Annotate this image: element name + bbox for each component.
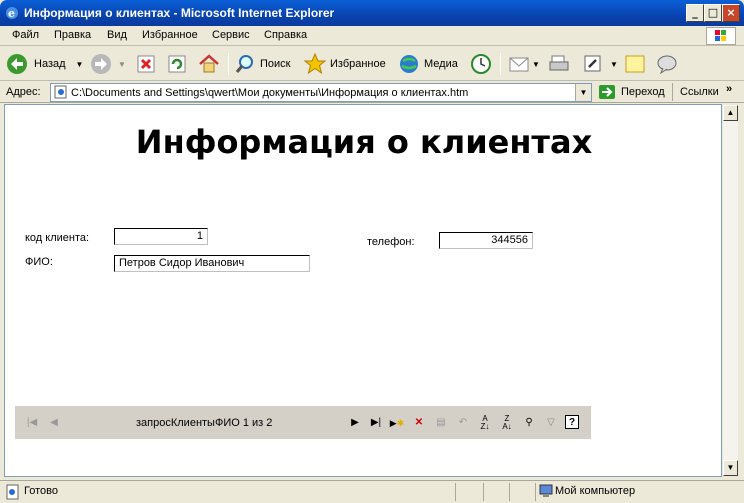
history-clock-icon [471, 54, 491, 74]
chevron-down-icon[interactable]: ▼ [76, 60, 84, 69]
status-pane [483, 483, 509, 501]
print-button[interactable] [548, 51, 570, 77]
address-input[interactable]: C:\Documents and Settings\qwert\Мои доку… [50, 83, 592, 102]
home-button[interactable] [198, 51, 220, 77]
star-icon [304, 53, 326, 75]
address-label: Адрес: [6, 86, 41, 98]
fio-label: ФИО: [25, 256, 53, 268]
refresh-icon [168, 55, 186, 73]
home-icon [199, 54, 219, 73]
history-button[interactable] [470, 51, 492, 77]
scroll-up-icon[interactable]: ▲ [723, 105, 738, 121]
phone-field[interactable]: 344556 [439, 232, 533, 249]
chevron-down-icon[interactable]: ▼ [610, 60, 618, 69]
sort-ascending-icon[interactable]: A Z↓ [477, 415, 493, 431]
page-title: Информация о клиентах [135, 123, 593, 161]
note-icon [625, 55, 645, 73]
delete-record-icon[interactable]: ✕ [411, 415, 427, 431]
phone-label: телефон: [367, 236, 415, 248]
back-arrow-icon [7, 54, 27, 74]
maximize-button[interactable]: □ [704, 4, 722, 22]
windows-logo-icon [706, 27, 736, 45]
status-bar: Готово Мой компьютер [0, 480, 744, 503]
menu-edit[interactable]: Правка [54, 29, 91, 41]
close-button[interactable]: × [722, 4, 740, 22]
last-record-icon[interactable]: ▶| [368, 415, 384, 431]
status-pane [455, 483, 483, 501]
menu-favorites[interactable]: Избранное [142, 29, 198, 41]
title-bar: e Информация о клиентах - Microsoft Inte… [0, 0, 744, 26]
menu-bar: Файл Правка Вид Избранное Сервис Справка [0, 26, 744, 46]
save-record-icon[interactable]: ▤ [433, 415, 449, 431]
printer-icon [549, 55, 569, 71]
address-bar: Адрес: C:\Documents and Settings\qwert\М… [0, 81, 744, 103]
new-record-icon[interactable]: ▶✱ [389, 415, 405, 431]
forward-arrow-icon [91, 54, 111, 74]
ie-logo-icon: e [6, 7, 18, 20]
fio-field[interactable]: Петров Сидор Иванович [114, 255, 310, 272]
toolbar-separator [228, 53, 229, 75]
edit-button[interactable]: ▼ [582, 51, 618, 77]
vertical-scrollbar[interactable]: ▲ ▼ [722, 104, 739, 477]
minimize-button[interactable]: _ [686, 4, 704, 22]
undo-icon[interactable]: ↶ [455, 415, 471, 431]
media-button[interactable]: Медиа [398, 51, 458, 77]
messenger-button[interactable] [656, 51, 678, 77]
sort-descending-icon[interactable]: Z A↓ [499, 415, 515, 431]
help-icon[interactable]: ? [565, 415, 579, 429]
first-record-icon[interactable]: |◀ [24, 415, 40, 431]
chevron-down-icon[interactable]: ▼ [575, 84, 591, 101]
next-record-icon[interactable]: ▶ [347, 415, 363, 431]
search-icon [235, 55, 253, 73]
go-button[interactable]: Переход [598, 83, 665, 101]
links-button[interactable]: Ссылки [680, 86, 719, 98]
filter-toggle-icon[interactable]: ▽ [543, 415, 559, 431]
computer-icon [539, 484, 553, 497]
chevron-right-icon[interactable]: » [726, 83, 732, 95]
window-title: Информация о клиентах - Microsoft Intern… [24, 6, 335, 20]
scroll-down-icon[interactable]: ▼ [723, 460, 738, 476]
status-zone-pane: Мой компьютер [535, 483, 744, 501]
media-globe-icon [400, 55, 418, 73]
favorites-button[interactable]: Избранное [304, 51, 386, 77]
menu-file[interactable]: Файл [12, 29, 39, 41]
filter-by-selection-icon[interactable]: ⚲ [521, 415, 537, 431]
speech-bubble-icon [657, 55, 677, 75]
stop-icon [137, 55, 155, 73]
chevron-down-icon[interactable]: ▼ [532, 60, 540, 69]
previous-record-icon[interactable]: ◀ [46, 415, 62, 431]
go-arrow-icon [599, 85, 615, 99]
security-zone-label: Мой компьютер [555, 485, 636, 497]
stop-button[interactable] [135, 51, 157, 77]
record-navigation-bar: |◀ ◀ запросКлиентыФИО 1 из 2 ▶ ▶| ▶✱ ✕ ▤… [15, 406, 591, 439]
chevron-down-icon[interactable]: ▼ [118, 60, 126, 69]
page-icon [54, 85, 67, 99]
edit-pencil-icon [584, 55, 601, 72]
refresh-button[interactable] [166, 51, 188, 77]
menu-help[interactable]: Справка [264, 29, 307, 41]
page-icon [6, 484, 19, 500]
mail-button[interactable]: ▼ [508, 51, 540, 77]
search-button[interactable]: Поиск [234, 51, 290, 77]
forward-button[interactable]: ▼ [90, 51, 126, 77]
toolbar: Назад ▼ ▼ Поиск Избранное Медиа ▼ ▼ [0, 47, 744, 81]
toolbar-separator [500, 53, 501, 75]
menu-view[interactable]: Вид [107, 29, 127, 41]
record-counter: запросКлиентыФИО 1 из 2 [136, 417, 273, 429]
mail-icon [509, 57, 529, 72]
svg-text:e: e [8, 7, 15, 20]
status-pane [509, 483, 535, 501]
back-button[interactable]: Назад ▼ [6, 51, 83, 77]
toolbar-separator [672, 83, 673, 101]
discuss-button[interactable] [624, 51, 646, 77]
status-text: Готово [24, 485, 58, 497]
menu-tools[interactable]: Сервис [212, 29, 250, 41]
client-code-label: код клиента: [25, 232, 90, 244]
client-code-field[interactable]: 1 [114, 228, 208, 245]
page-viewport: Информация о клиентах код клиента: 1 ФИО… [4, 104, 722, 477]
